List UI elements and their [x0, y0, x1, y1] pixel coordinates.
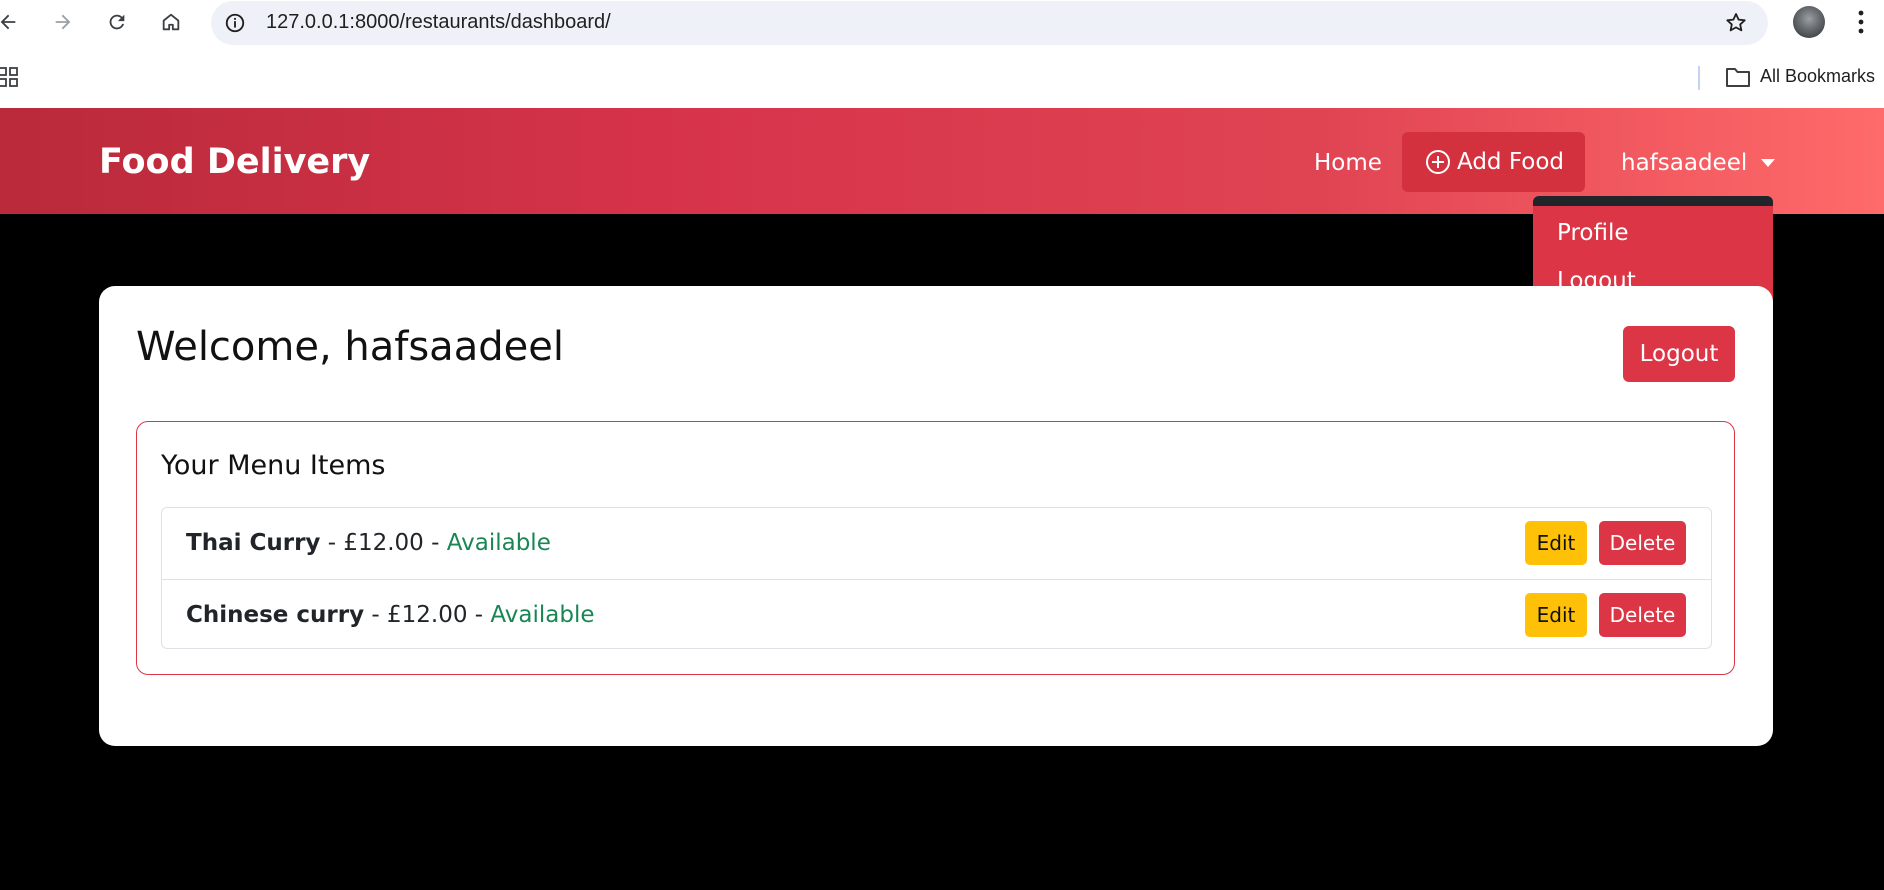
bookmarks-bar: All Bookmarks	[0, 45, 1884, 108]
edit-button[interactable]: Edit	[1525, 521, 1587, 565]
user-dropdown-toggle[interactable]: hafsaadeel	[1621, 150, 1776, 176]
menu-item-status: Available	[490, 602, 595, 628]
delete-button[interactable]: Delete	[1599, 593, 1686, 637]
logout-button[interactable]: Logout	[1623, 326, 1735, 382]
menu-item-name: Thai Curry	[186, 530, 321, 556]
dropdown-item-profile[interactable]: Profile	[1557, 220, 1629, 246]
plus-circle-icon	[1426, 150, 1450, 174]
profile-avatar[interactable]	[1793, 6, 1825, 38]
menu-item-text: Thai Curry - £12.00 - Available	[186, 530, 551, 556]
list-item: Chinese curry - £12.00 - Available Edit …	[162, 579, 1711, 648]
edit-button[interactable]: Edit	[1525, 593, 1587, 637]
folder-icon[interactable]	[1725, 66, 1751, 88]
bookmarks-divider	[1698, 66, 1700, 90]
add-food-button[interactable]: Add Food	[1402, 132, 1585, 192]
menu-items-title: Your Menu Items	[161, 450, 386, 481]
more-options-icon[interactable]	[1856, 8, 1866, 36]
bookmark-star-icon[interactable]	[1724, 11, 1748, 35]
menu-item-text: Chinese curry - £12.00 - Available	[186, 602, 595, 628]
nav-home-link[interactable]: Home	[1314, 150, 1382, 176]
url-text[interactable]: 127.0.0.1:8000/restaurants/dashboard/	[266, 11, 611, 34]
apps-grid-icon[interactable]	[0, 67, 18, 87]
all-bookmarks-label[interactable]: All Bookmarks	[1760, 66, 1875, 87]
site-info-icon[interactable]	[224, 12, 246, 34]
username-label: hafsaadeel	[1621, 150, 1748, 176]
menu-items-list: Thai Curry - £12.00 - Available Edit Del…	[161, 507, 1712, 649]
menu-item-price: £12.00	[387, 602, 468, 628]
home-icon[interactable]	[157, 8, 185, 36]
address-bar[interactable]: 127.0.0.1:8000/restaurants/dashboard/	[211, 1, 1768, 45]
menu-item-price: £12.00	[343, 530, 424, 556]
menu-item-status: Available	[446, 530, 551, 556]
welcome-heading: Welcome, hafsaadeel	[136, 324, 564, 370]
browser-toolbar: 127.0.0.1:8000/restaurants/dashboard/	[0, 0, 1884, 45]
menu-item-name: Chinese curry	[186, 602, 365, 628]
menu-items-panel: Your Menu Items Thai Curry - £12.00 - Av…	[136, 421, 1735, 675]
dashboard-card: Welcome, hafsaadeel Logout Your Menu Ite…	[99, 286, 1773, 746]
list-item: Thai Curry - £12.00 - Available Edit Del…	[162, 508, 1711, 579]
back-arrow-icon[interactable]	[0, 8, 22, 36]
reload-icon[interactable]	[103, 8, 131, 36]
caret-down-icon	[1761, 159, 1776, 167]
delete-button[interactable]: Delete	[1599, 521, 1686, 565]
add-food-label: Add Food	[1457, 149, 1564, 175]
forward-arrow-icon[interactable]	[49, 8, 77, 36]
brand-logo[interactable]: Food Delivery	[99, 142, 370, 182]
